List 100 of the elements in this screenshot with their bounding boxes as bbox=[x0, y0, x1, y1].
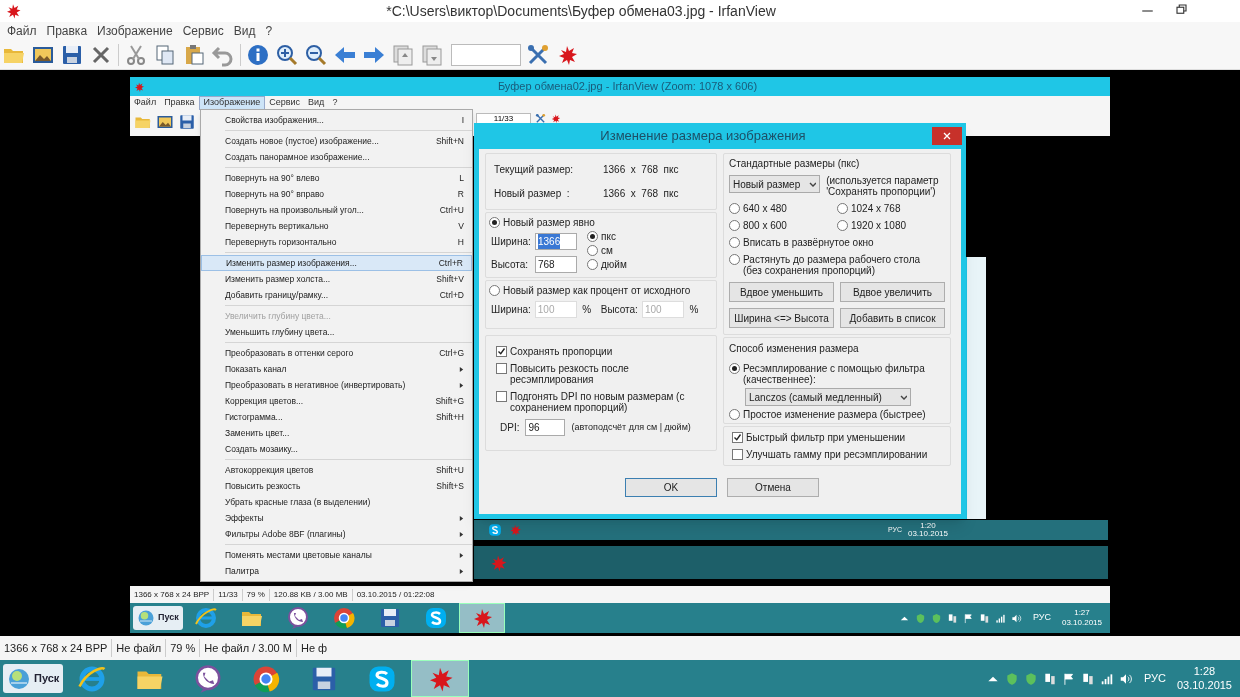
menu-item[interactable]: Преобразовать в оттенки серого Ctrl+G bbox=[201, 345, 472, 361]
input-field[interactable]: 96 bbox=[525, 419, 566, 436]
flag-icon[interactable] bbox=[1061, 671, 1076, 686]
dialog-button[interactable]: Вдвое увеличить bbox=[840, 282, 945, 302]
network-icon[interactable] bbox=[978, 612, 990, 624]
menu-item[interactable]: Создать панорамное изображение... bbox=[201, 149, 472, 165]
menu-item[interactable]: ? bbox=[260, 22, 278, 40]
menu-item[interactable]: Создать новое (пустое) изображение... Shift+N bbox=[201, 133, 472, 149]
menu-item[interactable]: Заменить цвет... bbox=[201, 425, 472, 441]
option-label: пкс bbox=[601, 231, 616, 242]
option-label: Ресэмплирование с помощью фильтра (качественнее): bbox=[743, 363, 926, 385]
menu-item[interactable]: Изменить размер изображения... Ctrl+R bbox=[201, 255, 472, 271]
picture-icon[interactable] bbox=[156, 113, 174, 131]
menu-item[interactable]: Поменять местами цветовые каналы bbox=[201, 547, 472, 563]
checkbox[interactable] bbox=[496, 391, 507, 402]
menu-item[interactable]: Вид bbox=[228, 22, 261, 40]
dialog-button[interactable]: Добавить в список bbox=[840, 308, 945, 328]
copy-icon[interactable] bbox=[153, 42, 177, 67]
input-field[interactable]: 1366 bbox=[535, 233, 577, 250]
start-button[interactable]: Пуск bbox=[3, 663, 64, 694]
taskbar-button[interactable] bbox=[411, 660, 470, 697]
radio-button[interactable] bbox=[729, 409, 740, 420]
checkbox[interactable] bbox=[732, 449, 743, 460]
menu-item[interactable]: Автокоррекция цветов Shift+U bbox=[201, 462, 472, 478]
radio-button[interactable] bbox=[729, 203, 740, 214]
info-icon[interactable] bbox=[246, 42, 270, 67]
menu-item[interactable]: Повернуть на 90° влево L bbox=[201, 170, 472, 186]
menu-item[interactable]: Перевернуть горизонтально H bbox=[201, 234, 472, 250]
radio-button[interactable] bbox=[729, 237, 740, 248]
select-field[interactable]: Lanczos (самый медленный) bbox=[745, 388, 911, 406]
menu-item[interactable]: Фильтры Adobe 8BF (плагины) bbox=[201, 526, 472, 542]
radio-button[interactable] bbox=[729, 254, 740, 265]
radio-button[interactable] bbox=[837, 220, 848, 231]
radio-button[interactable] bbox=[489, 217, 500, 228]
taskbar-button[interactable] bbox=[458, 603, 505, 633]
field-label: Новый размер : bbox=[494, 187, 571, 201]
menu-item[interactable]: Уменьшить глубину цвета... bbox=[201, 324, 472, 340]
menu-item[interactable]: Изображение bbox=[92, 22, 178, 40]
menu-item[interactable]: Коррекция цветов... Shift+G bbox=[201, 393, 472, 409]
menu-item[interactable]: Преобразовать в негативное (инвертировать) bbox=[201, 377, 472, 393]
menu-item[interactable]: Правка bbox=[160, 96, 199, 110]
menu-item[interactable]: ? bbox=[328, 96, 342, 110]
speaker-icon[interactable] bbox=[1010, 612, 1022, 624]
menu-item[interactable]: Свойства изображения... I bbox=[201, 112, 472, 128]
menu-item[interactable]: Повернуть на 90° вправо R bbox=[201, 186, 472, 202]
tools-icon[interactable] bbox=[535, 113, 546, 124]
language-indicator[interactable]: РУС bbox=[1026, 611, 1057, 625]
dialog-button[interactable]: Ширина <=> Высота bbox=[729, 308, 834, 328]
option-label: 1024 x 768 bbox=[851, 203, 901, 214]
menu-item[interactable]: Изменить размер холста... Shift+V bbox=[201, 271, 472, 287]
menu-item[interactable]: Изображение bbox=[198, 96, 266, 110]
radio-button[interactable] bbox=[587, 245, 598, 256]
tools-icon[interactable] bbox=[526, 42, 550, 67]
radio-button[interactable] bbox=[729, 363, 740, 374]
dialog-button[interactable]: Отмена bbox=[727, 478, 819, 497]
menu-item[interactable]: Создать мозаику... bbox=[201, 441, 472, 457]
menu-item[interactable]: Убрать красные глаза (в выделении) bbox=[201, 494, 472, 510]
size-value: 1366 x 768 пкс bbox=[603, 163, 679, 177]
signal-bars-icon[interactable] bbox=[994, 612, 1006, 624]
page-field[interactable] bbox=[451, 43, 521, 66]
zoom-out-icon[interactable] bbox=[304, 42, 328, 67]
network-icon[interactable] bbox=[1080, 671, 1095, 686]
option-label: см bbox=[601, 245, 613, 256]
checkbox[interactable] bbox=[496, 346, 507, 357]
menu-item[interactable]: Сервис bbox=[265, 96, 305, 110]
menu-item[interactable]: Гистограмма... Shift+H bbox=[201, 409, 472, 425]
checkbox[interactable] bbox=[732, 432, 743, 443]
signal-bars-icon[interactable] bbox=[1099, 671, 1114, 686]
dialog-button[interactable]: OK bbox=[625, 478, 717, 497]
menu-item[interactable]: Файл bbox=[2, 22, 42, 40]
splat-icon[interactable] bbox=[550, 113, 561, 124]
menu-item[interactable]: Повернуть на произвольный угол... Ctrl+U bbox=[201, 202, 472, 218]
menu-item[interactable]: Вид bbox=[304, 96, 329, 110]
menu-item[interactable]: Перевернуть вертикально V bbox=[201, 218, 472, 234]
language-indicator[interactable]: РУС bbox=[1137, 670, 1172, 687]
menu-item[interactable]: Правка bbox=[41, 22, 93, 40]
menu-item[interactable]: Сервис bbox=[177, 22, 229, 40]
menu-item[interactable]: Добавить границу/рамку... Ctrl+D bbox=[201, 287, 472, 303]
menu-item[interactable]: Палитра bbox=[201, 563, 472, 579]
select-field[interactable]: Новый размер bbox=[729, 175, 821, 193]
zoom-in-icon[interactable] bbox=[275, 42, 299, 67]
start-button[interactable]: Пуск bbox=[133, 606, 183, 630]
orb-icon bbox=[7, 666, 31, 691]
hint-text: (используется параметр 'Сохранять пропорции') bbox=[826, 175, 940, 197]
option-label: Растянуть до размера рабочего стола (без сохранения пропорций) bbox=[743, 254, 922, 276]
close-button[interactable] bbox=[932, 127, 962, 145]
radio-button[interactable] bbox=[729, 220, 740, 231]
menu-item[interactable]: Файл bbox=[130, 96, 161, 110]
unit-label: % bbox=[581, 303, 593, 317]
radio-button[interactable] bbox=[837, 203, 848, 214]
radio-button[interactable] bbox=[587, 259, 598, 270]
menu-item[interactable]: Показать канал bbox=[201, 361, 472, 377]
radio-button[interactable] bbox=[587, 231, 598, 242]
dialog-button[interactable]: Вдвое уменьшить bbox=[729, 282, 834, 302]
menu-item[interactable]: Эффекты bbox=[201, 510, 472, 526]
menu-item[interactable]: Повысить резкость Shift+S bbox=[201, 478, 472, 494]
input-field[interactable]: 768 bbox=[535, 256, 577, 273]
checkbox[interactable] bbox=[496, 363, 507, 374]
flag-icon[interactable] bbox=[962, 612, 974, 624]
field-label: Высота: bbox=[599, 303, 638, 317]
